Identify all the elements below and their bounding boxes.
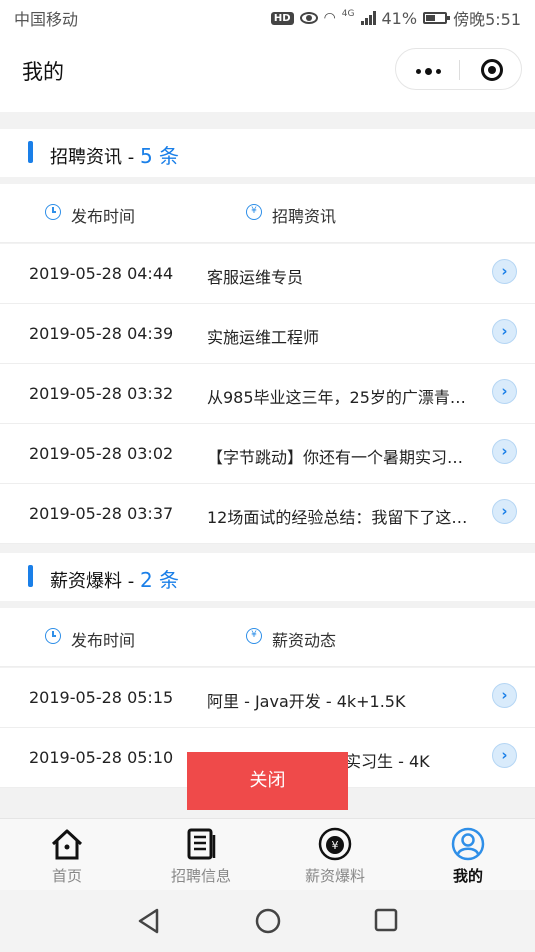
close-button[interactable]: 关闭	[187, 752, 348, 810]
clock-icon	[45, 628, 61, 644]
network-label: 4G	[341, 9, 355, 19]
user-icon	[451, 827, 485, 861]
carrier-label: 中国移动	[14, 10, 79, 29]
tab-label: 首页	[51, 867, 82, 885]
more-icon[interactable]	[416, 68, 441, 75]
item-title: 12场面试的经验总结：我留下了这…	[207, 508, 468, 527]
recents-icon[interactable]	[374, 908, 398, 932]
tab-salary[interactable]: ¥ 薪资爆料	[268, 819, 402, 891]
close-mini-program-icon[interactable]	[481, 59, 503, 81]
section-title-text: 招聘资讯 -	[50, 147, 140, 168]
navigation-bar: 我的	[0, 36, 535, 112]
section-header-jobs: 招聘资讯 - 5 条	[0, 129, 535, 177]
tab-bar: 首页 招聘信息 ¥ 薪资爆料 我的	[0, 818, 535, 890]
list-item[interactable]: 2019-05-28 03:02 【字节跳动】你还有一个暑期实习… ›	[0, 424, 535, 484]
section-title-text: 薪资爆料 -	[50, 571, 140, 592]
list-item[interactable]: 2019-05-28 04:44 客服运维专员 ›	[0, 244, 535, 304]
document-icon	[187, 828, 216, 860]
yen-icon: ¥	[246, 204, 262, 220]
tab-home[interactable]: 首页	[0, 819, 134, 891]
list-item[interactable]: 2019-05-28 03:37 12场面试的经验总结：我留下了这… ›	[0, 484, 535, 544]
chevron-right-icon[interactable]: ›	[492, 683, 517, 708]
eye-icon	[299, 12, 318, 24]
column-time: 发布时间	[45, 627, 135, 651]
column-header-jobs: 发布时间 ¥ 招聘资讯	[0, 184, 535, 243]
status-icons: HD ◠ 4G 41% 傍晚5:51	[270, 6, 521, 30]
section-count: 5 条	[139, 144, 180, 168]
item-date: 2019-05-28 05:10	[29, 748, 174, 767]
item-date: 2019-05-28 03:37	[29, 504, 174, 523]
back-icon[interactable]	[137, 908, 161, 934]
svg-text:¥: ¥	[332, 839, 339, 852]
item-title: 【字节跳动】你还有一个暑期实习…	[207, 448, 464, 467]
tab-mine[interactable]: 我的	[401, 819, 535, 891]
section-accent-bar	[28, 565, 33, 587]
section-header-salary: 薪资爆料 - 2 条	[0, 553, 535, 601]
list-item[interactable]: 2019-05-28 05:15 阿里 - Java开发 - 4k+1.5K ›	[0, 668, 535, 728]
clock-icon	[45, 204, 61, 220]
chevron-right-icon[interactable]: ›	[492, 439, 517, 464]
section-count: 2 条	[139, 568, 180, 592]
column-main-label: 招聘资讯	[272, 207, 337, 226]
column-main-label: 薪资动态	[272, 631, 337, 650]
column-time-label: 发布时间	[71, 207, 136, 226]
battery-icon	[423, 12, 451, 24]
column-main: ¥ 招聘资讯	[246, 203, 336, 227]
item-date: 2019-05-28 03:02	[29, 444, 174, 463]
money-bag-icon: ¥	[318, 827, 352, 861]
home-circle-icon[interactable]	[255, 908, 281, 934]
section-accent-bar	[28, 141, 33, 163]
wifi-icon: ◠	[323, 10, 336, 26]
item-date: 2019-05-28 04:44	[29, 264, 174, 283]
item-date: 2019-05-28 03:32	[29, 384, 174, 403]
battery-percent: 41%	[381, 8, 418, 28]
section-title: 薪资爆料 - 2 条	[50, 564, 179, 593]
mini-program-capsule	[395, 48, 522, 90]
capsule-divider	[459, 60, 460, 80]
item-date: 2019-05-28 05:15	[29, 688, 174, 707]
chevron-right-icon[interactable]: ›	[492, 259, 517, 284]
signal-icon	[360, 11, 376, 25]
list-item[interactable]: 2019-05-28 04:39 实施运维工程师 ›	[0, 304, 535, 364]
chevron-right-icon[interactable]: ›	[492, 379, 517, 404]
item-date: 2019-05-28 04:39	[29, 324, 174, 343]
page-title: 我的	[22, 60, 64, 84]
hd-icon: HD	[270, 11, 294, 25]
yen-icon: ¥	[246, 628, 262, 644]
tab-jobs[interactable]: 招聘信息	[134, 819, 268, 891]
system-navigation-bar	[0, 890, 535, 952]
item-title: 客服运维专员	[207, 268, 304, 287]
chevron-right-icon[interactable]: ›	[492, 319, 517, 344]
item-title: 从985毕业这三年，25岁的广漂青…	[207, 388, 466, 407]
column-time: 发布时间	[45, 203, 135, 227]
tab-label: 我的	[452, 867, 483, 885]
column-time-label: 发布时间	[71, 631, 136, 650]
list-item[interactable]: 2019-05-28 03:32 从985毕业这三年，25岁的广漂青… ›	[0, 364, 535, 424]
column-main: ¥ 薪资动态	[246, 627, 336, 651]
chevron-right-icon[interactable]: ›	[492, 499, 517, 524]
item-title: 实习生 - 4K	[345, 752, 430, 771]
item-title: 实施运维工程师	[207, 328, 320, 347]
clock-time: 傍晚5:51	[453, 10, 521, 29]
home-icon	[51, 829, 83, 860]
section-title: 招聘资讯 - 5 条	[50, 140, 179, 169]
chevron-right-icon[interactable]: ›	[492, 743, 517, 768]
tab-label: 招聘信息	[170, 867, 231, 885]
tab-label: 薪资爆料	[304, 867, 365, 885]
column-header-salary: 发布时间 ¥ 薪资动态	[0, 608, 535, 667]
item-title: 阿里 - Java开发 - 4k+1.5K	[207, 692, 406, 711]
status-bar: 中国移动 HD ◠ 4G 41% 傍晚5:51	[0, 0, 535, 36]
